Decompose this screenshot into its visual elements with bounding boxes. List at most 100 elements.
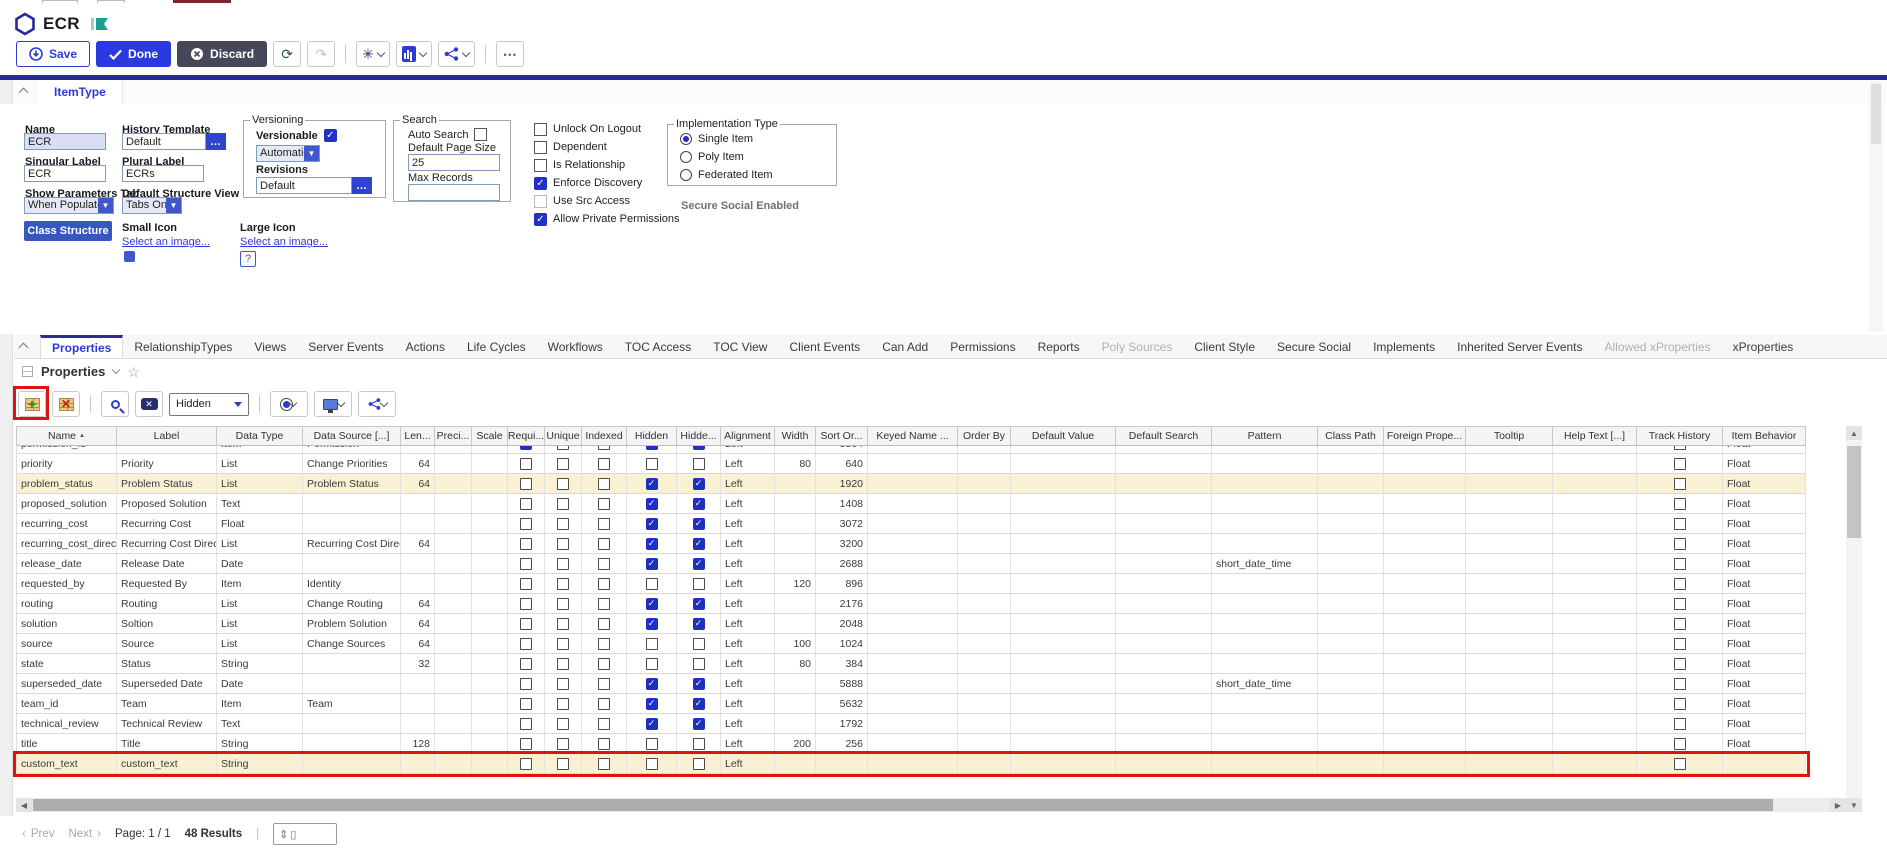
cell-unique[interactable] (545, 594, 582, 614)
track_history-checkbox[interactable] (1674, 518, 1686, 530)
cell-data_source[interactable]: Team (303, 694, 401, 714)
cell-data_type[interactable]: List (217, 534, 303, 554)
cell-alignment[interactable]: Left (721, 694, 775, 714)
cell-name[interactable]: title (17, 734, 117, 754)
track_history-checkbox[interactable] (1674, 718, 1686, 730)
cell-order_by[interactable] (958, 614, 1011, 634)
tab-server-events[interactable]: Server Events (297, 335, 394, 358)
cell-data_source[interactable]: Problem Status (303, 474, 401, 494)
cell-order_by[interactable] (958, 454, 1011, 474)
cell-alignment[interactable]: Left (721, 474, 775, 494)
column-header-indexed[interactable]: Indexed (582, 427, 627, 446)
cell-precision[interactable] (435, 454, 472, 474)
cell-unique[interactable] (545, 494, 582, 514)
cell-sort_order[interactable]: 3072 (816, 514, 868, 534)
cell-data_type[interactable]: Text (217, 494, 303, 514)
cell-hidden2[interactable] (677, 754, 721, 774)
cell-len[interactable] (401, 694, 435, 714)
cell-label[interactable]: Priority (117, 454, 217, 474)
cell-hidden[interactable] (627, 454, 677, 474)
cell-indexed[interactable] (582, 754, 627, 774)
cell-class_path[interactable] (1318, 614, 1384, 634)
tab-poly-sources[interactable]: Poly Sources (1091, 335, 1184, 358)
cell-track_history[interactable] (1637, 446, 1723, 454)
large-icon-select-link[interactable]: Select an image... (240, 236, 328, 248)
cell-label[interactable]: Soltion (117, 614, 217, 634)
unique-checkbox[interactable] (557, 738, 569, 750)
cell-keyed_name[interactable] (868, 574, 958, 594)
track_history-checkbox[interactable] (1674, 558, 1686, 570)
cell-keyed_name[interactable] (868, 474, 958, 494)
cell-default_value[interactable] (1011, 554, 1116, 574)
cell-help_text[interactable] (1553, 714, 1637, 734)
cell-pattern[interactable] (1212, 474, 1318, 494)
cell-sort_order[interactable]: 1792 (816, 714, 868, 734)
cell-help_text[interactable] (1553, 614, 1637, 634)
cell-track_history[interactable] (1637, 474, 1723, 494)
cell-help_text[interactable] (1553, 474, 1637, 494)
cell-order_by[interactable] (958, 514, 1011, 534)
unique-checkbox[interactable] (557, 446, 569, 450)
cell-scale[interactable] (472, 474, 508, 494)
cell-sort_order[interactable]: 1408 (816, 494, 868, 514)
cell-order_by[interactable] (958, 474, 1011, 494)
cell-indexed[interactable] (582, 594, 627, 614)
cell-sort_order[interactable]: 2688 (816, 554, 868, 574)
column-header-unique[interactable]: Unique (545, 427, 582, 446)
cell-len[interactable] (401, 574, 435, 594)
cell-width[interactable] (775, 674, 816, 694)
cell-required[interactable] (508, 714, 545, 734)
default-structure-view-select[interactable]: Tabs On▼ (122, 197, 182, 214)
required-checkbox[interactable] (520, 638, 532, 650)
cell-width[interactable] (775, 554, 816, 574)
cell-default_value[interactable] (1011, 654, 1116, 674)
hidden-checkbox[interactable] (646, 658, 658, 670)
column-header-hidden2[interactable]: Hidde... (677, 427, 721, 446)
cell-label[interactable]: Technical Review (117, 714, 217, 734)
cell-indexed[interactable] (582, 614, 627, 634)
cell-default_search[interactable] (1116, 614, 1212, 634)
cell-class_path[interactable] (1318, 446, 1384, 454)
cell-data_type[interactable]: List (217, 614, 303, 634)
cell-sort_order[interactable]: 5504 (816, 446, 868, 454)
column-header-name[interactable]: Name▲ (17, 427, 117, 446)
cell-len[interactable] (401, 446, 435, 454)
cell-label[interactable] (117, 446, 217, 454)
cell-tooltip[interactable] (1466, 494, 1553, 514)
cell-precision[interactable] (435, 694, 472, 714)
column-header-precision[interactable]: Preci... (435, 427, 472, 446)
cell-required[interactable] (508, 494, 545, 514)
required-checkbox[interactable] (520, 558, 532, 570)
cell-keyed_name[interactable] (868, 614, 958, 634)
cell-hidden[interactable]: ✓ (627, 514, 677, 534)
cell-required[interactable] (508, 754, 545, 774)
cell-len[interactable]: 64 (401, 634, 435, 654)
cell-default_value[interactable] (1011, 614, 1116, 634)
cell-width[interactable] (775, 446, 816, 454)
cell-pattern[interactable] (1212, 514, 1318, 534)
cell-pattern[interactable] (1212, 714, 1318, 734)
cell-width[interactable] (775, 694, 816, 714)
cell-unique[interactable] (545, 694, 582, 714)
cell-pattern[interactable] (1212, 654, 1318, 674)
default-page-size-field[interactable] (408, 154, 500, 171)
cell-default_search[interactable] (1116, 714, 1212, 734)
cell-help_text[interactable] (1553, 514, 1637, 534)
hidden-checkbox[interactable] (646, 758, 658, 770)
table-row-custom_text[interactable]: custom_textcustom_textStringLeft (17, 754, 1806, 774)
cell-track_history[interactable] (1637, 754, 1723, 774)
unique-checkbox[interactable] (557, 718, 569, 730)
cell-hidden[interactable] (627, 754, 677, 774)
required-checkbox[interactable] (520, 678, 532, 690)
unique-checkbox[interactable] (557, 598, 569, 610)
track_history-checkbox[interactable] (1674, 638, 1686, 650)
hidden2-checkbox[interactable]: ✓ (693, 498, 705, 510)
cell-default_value[interactable] (1011, 714, 1116, 734)
vertical-scroll-thumb[interactable] (1847, 446, 1861, 538)
track_history-checkbox[interactable] (1674, 446, 1686, 450)
cell-scale[interactable] (472, 446, 508, 454)
cell-required[interactable] (508, 554, 545, 574)
cell-required[interactable] (508, 454, 545, 474)
cell-pattern[interactable]: short_date_time (1212, 674, 1318, 694)
cell-required[interactable] (508, 614, 545, 634)
